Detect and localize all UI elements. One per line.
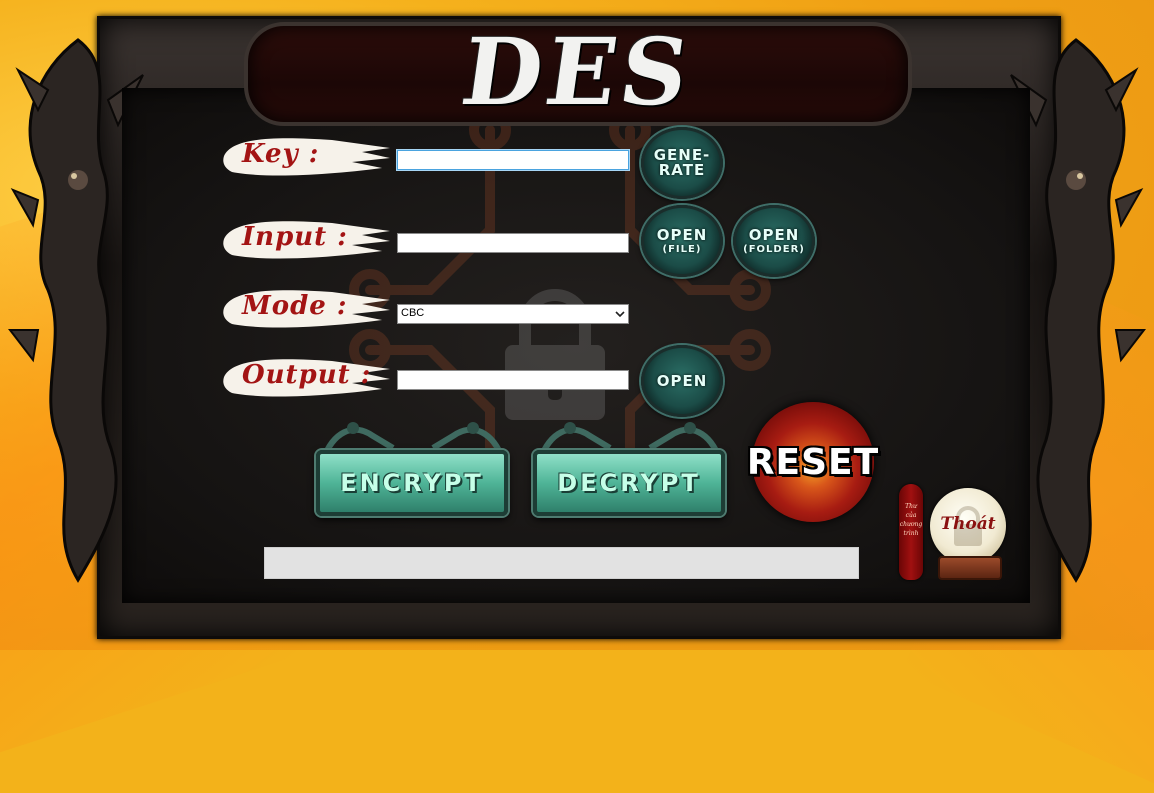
reset-button-label: RESET [746,441,880,483]
about-scroll-button[interactable]: Thư của chương trình [899,484,923,580]
mode-select[interactable]: CBC [397,304,629,324]
key-label-brush: Key : [222,134,392,178]
generate-button-label: RATE [658,161,706,179]
exit-base [938,556,1002,580]
input-label-brush: Input : [222,217,392,261]
encrypt-button[interactable]: ENCRYPT [316,450,508,516]
input-path-field[interactable] [397,233,629,253]
open-folder-button-sublabel: (FOLDER) [743,243,805,255]
output-path-field[interactable] [397,370,629,390]
exit-button[interactable]: Thoát [928,488,1008,580]
input-label: Input : [242,222,348,252]
open-file-button[interactable]: OPEN (FILE) [641,205,723,277]
output-label-brush: Output : [222,355,392,399]
chevron-down-icon [615,311,625,318]
output-label: Output : [242,360,372,390]
about-scroll-text: Thư của chương trình [899,503,923,537]
decrypt-button[interactable]: DECRYPT [533,450,725,516]
key-input[interactable] [397,150,629,170]
app-title: DES [455,18,699,126]
decrypt-button-label: DECRYPT [557,469,701,497]
mode-select-value: CBC [401,307,425,319]
reset-button[interactable]: RESET [747,402,878,522]
status-bar [264,547,859,579]
mode-label: Mode : [242,291,348,321]
mode-label-brush: Mode : [222,286,392,330]
open-folder-button[interactable]: OPEN (FOLDER) [733,205,815,277]
open-file-button-label: OPEN [656,225,708,244]
exit-button-label: Thoát [940,514,996,534]
key-label: Key : [242,139,320,169]
open-folder-button-label: OPEN [748,225,800,244]
open-output-button[interactable]: OPEN [641,345,723,417]
open-file-button-sublabel: (FILE) [662,243,702,255]
generate-key-button[interactable]: GENE- RATE [641,127,723,199]
open-output-button-label: OPEN [656,371,708,390]
encrypt-button-label: ENCRYPT [340,469,484,497]
